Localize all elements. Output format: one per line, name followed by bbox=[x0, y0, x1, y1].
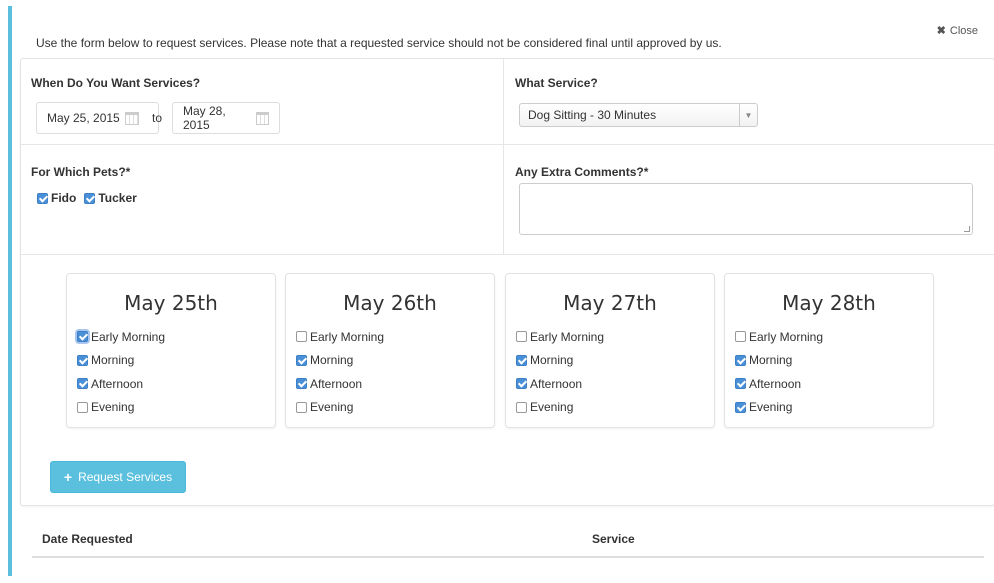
when-label: When Do You Want Services? bbox=[31, 76, 201, 90]
service-selected: Dog Sitting - 30 Minutes bbox=[528, 108, 657, 122]
day-title: May 26th bbox=[343, 291, 437, 315]
slot-label: Afternoon bbox=[310, 376, 363, 391]
checkbox-unchecked[interactable] bbox=[735, 331, 746, 343]
slot-label: Morning bbox=[91, 353, 135, 368]
slot-early-morning[interactable]: Early Morning bbox=[296, 325, 494, 349]
day-card-may-27: May 27th Early Morning Morning Afternoon… bbox=[505, 273, 715, 428]
column-header-service: Service bbox=[592, 532, 635, 546]
checkbox-checked[interactable] bbox=[77, 378, 88, 390]
day-title: May 28th bbox=[782, 291, 876, 315]
slot-evening[interactable]: Evening bbox=[735, 396, 933, 420]
service-select[interactable]: Dog Sitting - 30 Minutes ▼ bbox=[519, 103, 758, 127]
requests-table-header: Date Requested Service bbox=[32, 524, 984, 558]
slot-label: Evening bbox=[530, 400, 574, 415]
request-form-panel: When Do You Want Services? May 25, 2015 … bbox=[20, 58, 994, 506]
slot-evening[interactable]: Evening bbox=[296, 396, 494, 420]
request-services-label: Request Services bbox=[78, 470, 173, 484]
to-label: to bbox=[152, 111, 163, 125]
slot-label: Evening bbox=[310, 400, 354, 415]
slot-label: Afternoon bbox=[530, 376, 583, 391]
column-divider bbox=[503, 59, 504, 254]
plus-icon: + bbox=[63, 469, 73, 485]
slot-afternoon[interactable]: Afternoon bbox=[296, 372, 494, 396]
pet-name: Tucker bbox=[98, 191, 137, 205]
checkbox-checked[interactable] bbox=[516, 354, 527, 366]
service-label: What Service? bbox=[515, 76, 598, 90]
checkbox-unchecked[interactable] bbox=[296, 331, 307, 343]
pets-label: For Which Pets?* bbox=[31, 165, 131, 179]
pets-checklist: Fido Tucker bbox=[37, 191, 137, 205]
close-button[interactable]: ✖ Close bbox=[937, 24, 978, 37]
pet-option-fido[interactable]: Fido bbox=[37, 191, 76, 205]
slot-label: Early Morning bbox=[91, 329, 166, 344]
checkbox-unchecked[interactable] bbox=[516, 401, 527, 413]
checkbox-checked[interactable] bbox=[296, 354, 307, 366]
slot-label: Early Morning bbox=[749, 329, 824, 344]
checkbox-checked[interactable] bbox=[735, 401, 746, 413]
close-label: Close bbox=[949, 25, 978, 37]
row-divider bbox=[21, 144, 994, 145]
checkbox-checked[interactable] bbox=[516, 378, 527, 390]
start-date-value: May 25, 2015 bbox=[47, 111, 120, 125]
checkbox-unchecked[interactable] bbox=[516, 331, 527, 343]
checkbox-checked[interactable] bbox=[735, 354, 746, 366]
calendar-icon bbox=[255, 111, 269, 125]
checkbox-checked[interactable] bbox=[37, 192, 48, 204]
checkbox-checked[interactable] bbox=[77, 331, 88, 343]
slot-early-morning[interactable]: Early Morning bbox=[516, 325, 714, 349]
slot-morning[interactable]: Morning bbox=[735, 349, 933, 373]
slot-label: Morning bbox=[530, 353, 574, 368]
slot-morning[interactable]: Morning bbox=[516, 349, 714, 373]
slot-evening[interactable]: Evening bbox=[77, 396, 275, 420]
checkbox-checked[interactable] bbox=[77, 354, 88, 366]
comments-label: Any Extra Comments?* bbox=[515, 165, 649, 179]
service-request-container: Use the form below to request services. … bbox=[8, 6, 994, 576]
slot-afternoon[interactable]: Afternoon bbox=[77, 372, 275, 396]
end-date-input[interactable]: May 28, 2015 bbox=[172, 102, 280, 134]
slot-evening[interactable]: Evening bbox=[516, 396, 714, 420]
day-card-may-28: May 28th Early Morning Morning Afternoon… bbox=[724, 273, 934, 428]
pet-name: Fido bbox=[51, 191, 77, 205]
slot-label: Afternoon bbox=[91, 376, 144, 391]
day-title: May 25th bbox=[124, 291, 218, 315]
slot-afternoon[interactable]: Afternoon bbox=[735, 372, 933, 396]
slot-morning[interactable]: Morning bbox=[296, 349, 494, 373]
slot-label: Morning bbox=[310, 353, 354, 368]
slot-label: Early Morning bbox=[310, 329, 385, 344]
close-icon: ✖ bbox=[936, 25, 946, 37]
checkbox-checked[interactable] bbox=[296, 378, 307, 390]
slot-label: Morning bbox=[749, 353, 793, 368]
day-card-may-25: May 25th Early Morning Morning Afternoon… bbox=[66, 273, 276, 428]
calendar-icon bbox=[124, 111, 139, 125]
slot-afternoon[interactable]: Afternoon bbox=[516, 372, 714, 396]
slot-label: Early Morning bbox=[530, 329, 605, 344]
checkbox-unchecked[interactable] bbox=[296, 401, 307, 413]
comments-textarea[interactable] bbox=[519, 183, 973, 235]
slot-early-morning[interactable]: Early Morning bbox=[735, 325, 933, 349]
end-date-value: May 28, 2015 bbox=[183, 104, 226, 132]
checkbox-checked[interactable] bbox=[735, 378, 746, 390]
start-date-input[interactable]: May 25, 2015 bbox=[36, 102, 159, 134]
slot-morning[interactable]: Morning bbox=[77, 349, 275, 373]
pet-option-tucker[interactable]: Tucker bbox=[84, 191, 137, 205]
checkbox-checked[interactable] bbox=[84, 192, 96, 204]
request-services-button[interactable]: + Request Services bbox=[50, 461, 186, 493]
day-title: May 27th bbox=[563, 291, 657, 315]
checkbox-unchecked[interactable] bbox=[77, 401, 88, 413]
column-header-date-requested: Date Requested bbox=[42, 532, 133, 546]
slot-early-morning[interactable]: Early Morning bbox=[77, 325, 275, 349]
slot-label: Afternoon bbox=[749, 376, 802, 391]
resize-handle-icon[interactable] bbox=[964, 226, 970, 232]
slot-label: Evening bbox=[91, 400, 135, 415]
chevron-down-icon: ▼ bbox=[739, 104, 757, 126]
slot-label: Evening bbox=[749, 400, 793, 415]
intro-text: Use the form below to request services. … bbox=[36, 36, 722, 50]
row-divider bbox=[21, 254, 994, 255]
day-card-may-26: May 26th Early Morning Morning Afternoon… bbox=[285, 273, 495, 428]
